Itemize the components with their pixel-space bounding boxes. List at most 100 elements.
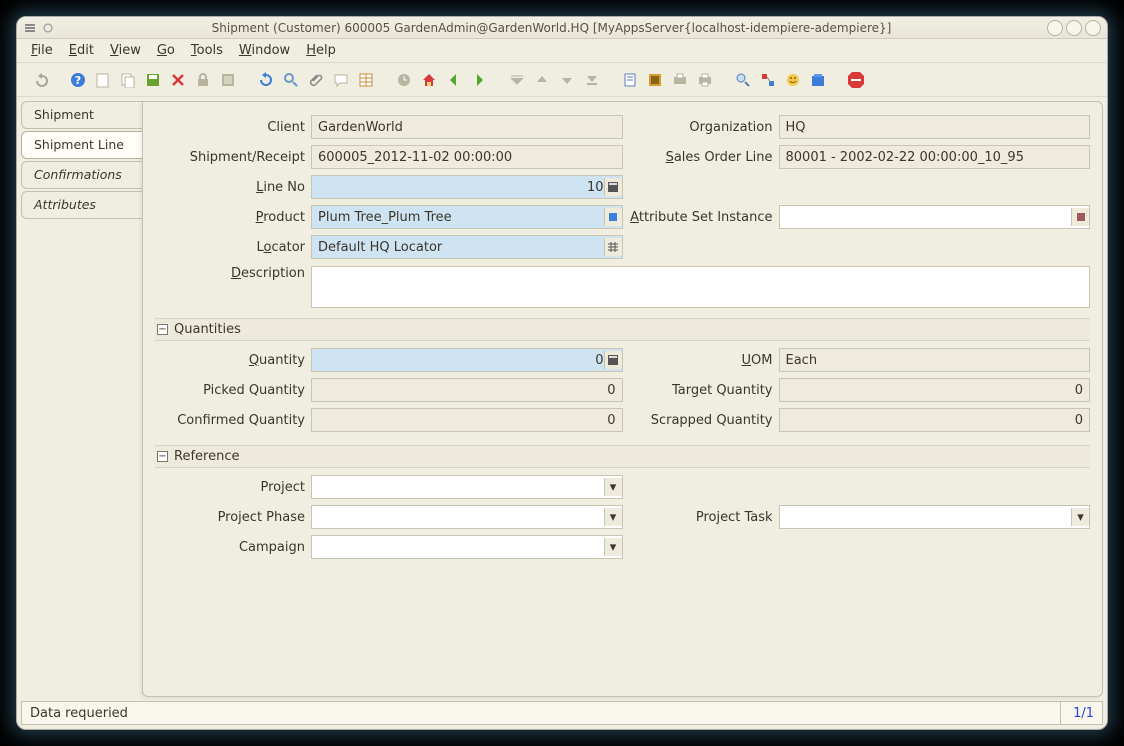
menu-view[interactable]: View — [102, 41, 149, 60]
history-icon[interactable] — [393, 69, 415, 91]
help-icon[interactable]: ? — [67, 69, 89, 91]
tab-confirmations[interactable]: Confirmations — [21, 161, 142, 189]
lock-icon[interactable] — [192, 69, 214, 91]
label-uom: UOM — [623, 353, 779, 368]
field-task[interactable]: ▾ — [779, 505, 1091, 529]
tab-attributes[interactable]: Attributes — [21, 191, 142, 219]
svg-text:?: ? — [75, 74, 81, 87]
find-icon[interactable] — [280, 69, 302, 91]
field-project[interactable]: ▾ — [311, 475, 623, 499]
home-icon[interactable] — [418, 69, 440, 91]
label-campaign: Campaign — [155, 540, 311, 555]
refresh-icon[interactable] — [255, 69, 277, 91]
field-org: HQ — [779, 115, 1091, 139]
asi-lookup-icon[interactable] — [1071, 208, 1089, 226]
field-product[interactable]: Plum Tree_Plum Tree — [311, 205, 623, 229]
field-target: 0 — [779, 378, 1091, 402]
tab-shipment-line[interactable]: Shipment Line — [21, 131, 142, 159]
label-picked: Picked Quantity — [155, 383, 311, 398]
menu-help[interactable]: Help — [298, 41, 344, 60]
chat-icon[interactable] — [330, 69, 352, 91]
calc-icon[interactable] — [604, 351, 622, 369]
field-campaign[interactable]: ▾ — [311, 535, 623, 559]
product-lookup-icon[interactable] — [604, 208, 622, 226]
status-text: Data requeried — [30, 706, 128, 721]
back-icon[interactable] — [443, 69, 465, 91]
label-scrapped: Scrapped Quantity — [623, 413, 779, 428]
label-project: Project — [155, 480, 311, 495]
close-button[interactable] — [1085, 20, 1101, 36]
calc-icon[interactable] — [604, 178, 622, 196]
report-icon[interactable] — [619, 69, 641, 91]
label-lineno: Line No — [155, 180, 311, 195]
menu-file[interactable]: File — [23, 41, 61, 60]
grid-icon[interactable] — [355, 69, 377, 91]
collapse-icon[interactable]: − — [157, 324, 168, 335]
maximize-button[interactable] — [1066, 20, 1082, 36]
attachment-icon[interactable] — [305, 69, 327, 91]
status-record-count: 1/1 — [1060, 702, 1094, 724]
product-info-icon[interactable] — [807, 69, 829, 91]
tab-shipment[interactable]: Shipment — [21, 101, 142, 129]
label-phase: Project Phase — [155, 510, 311, 525]
next-icon[interactable] — [556, 69, 578, 91]
field-phase[interactable]: ▾ — [311, 505, 623, 529]
field-confirmed: 0 — [311, 408, 623, 432]
first-icon[interactable] — [506, 69, 528, 91]
menu-go[interactable]: Go — [149, 41, 183, 60]
label-soline: Sales Order Line — [623, 150, 779, 165]
save-icon[interactable] — [142, 69, 164, 91]
forward-icon[interactable] — [468, 69, 490, 91]
field-uom: Each — [779, 348, 1091, 372]
menu-tools[interactable]: Tools — [183, 41, 231, 60]
field-asi[interactable] — [779, 205, 1091, 229]
statusbar: Data requeried 1/1 — [21, 701, 1103, 725]
label-quantity: Quantity — [155, 353, 311, 368]
last-icon[interactable] — [581, 69, 603, 91]
group-reference[interactable]: − Reference — [155, 445, 1090, 468]
archive-icon[interactable] — [644, 69, 666, 91]
prev-icon[interactable] — [531, 69, 553, 91]
field-description[interactable] — [311, 266, 1090, 308]
field-client: GardenWorld — [311, 115, 623, 139]
end-icon[interactable] — [845, 69, 867, 91]
label-client: Client — [155, 120, 311, 135]
chevron-down-icon[interactable]: ▾ — [604, 478, 622, 496]
locator-lookup-icon[interactable] — [604, 238, 622, 256]
tab-list: Shipment Shipment Line Confirmations Att… — [17, 97, 142, 701]
print-preview-icon[interactable] — [669, 69, 691, 91]
minimize-button[interactable] — [1047, 20, 1063, 36]
window: Shipment (Customer) 600005 GardenAdmin@G… — [16, 16, 1108, 730]
pin-icon[interactable] — [41, 21, 55, 35]
active-wf-icon[interactable] — [757, 69, 779, 91]
menubar: File Edit View Go Tools Window Help — [17, 39, 1107, 63]
app-menu-icon[interactable] — [23, 21, 37, 35]
copy-icon[interactable] — [117, 69, 139, 91]
label-task: Project Task — [623, 510, 779, 525]
field-locator[interactable]: Default HQ Locator — [311, 235, 623, 259]
zoom-icon[interactable] — [732, 69, 754, 91]
field-quantity[interactable]: 0 — [311, 348, 623, 372]
undo-icon[interactable] — [29, 69, 51, 91]
new-icon[interactable] — [92, 69, 114, 91]
label-asi: Attribute Set Instance — [623, 210, 779, 225]
request-icon[interactable] — [782, 69, 804, 91]
content: Shipment Shipment Line Confirmations Att… — [17, 97, 1107, 701]
menu-window[interactable]: Window — [231, 41, 298, 60]
label-locator: Locator — [155, 240, 311, 255]
delete-icon[interactable] — [167, 69, 189, 91]
window-title: Shipment (Customer) 600005 GardenAdmin@G… — [59, 21, 1044, 35]
menu-edit[interactable]: Edit — [61, 41, 102, 60]
form-panel: Client GardenWorld Organization HQ Shipm… — [142, 101, 1103, 697]
chevron-down-icon[interactable]: ▾ — [604, 538, 622, 556]
label-target: Target Quantity — [623, 383, 779, 398]
group-quantities[interactable]: − Quantities — [155, 318, 1090, 341]
chevron-down-icon[interactable]: ▾ — [1071, 508, 1089, 526]
chevron-down-icon[interactable]: ▾ — [604, 508, 622, 526]
label-confirmed: Confirmed Quantity — [155, 413, 311, 428]
print-icon[interactable] — [694, 69, 716, 91]
field-lineno[interactable]: 10 — [311, 175, 623, 199]
titlebar: Shipment (Customer) 600005 GardenAdmin@G… — [17, 17, 1107, 39]
requery-icon[interactable] — [217, 69, 239, 91]
collapse-icon[interactable]: − — [157, 451, 168, 462]
